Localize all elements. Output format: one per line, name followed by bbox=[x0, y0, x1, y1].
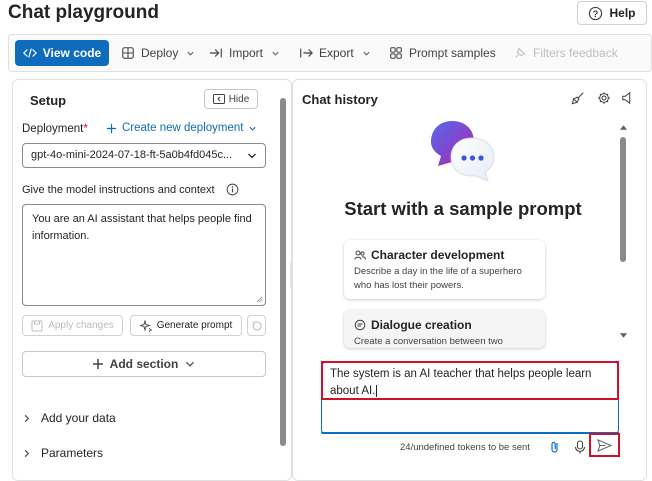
chat-history-title: Chat history bbox=[302, 92, 378, 107]
deploy-label: Deploy bbox=[141, 46, 179, 60]
chevron-down-icon bbox=[272, 51, 279, 56]
chevron-down-icon bbox=[187, 51, 194, 56]
text-caret bbox=[376, 384, 378, 397]
resize-grip-icon[interactable] bbox=[256, 296, 263, 303]
sample-card-title: Dialogue creation bbox=[371, 318, 472, 332]
chevron-down-icon bbox=[249, 126, 257, 131]
import-icon bbox=[209, 48, 222, 58]
save-icon bbox=[31, 320, 43, 331]
view-code-label: View code bbox=[42, 46, 102, 60]
required-mark: * bbox=[83, 123, 88, 135]
deployment-select-value: gpt-4o-mini-2024-07-18-ft-5a0b4fd045c... bbox=[31, 149, 233, 161]
chat-bubbles-icon bbox=[431, 121, 495, 182]
chat-scrollbar[interactable] bbox=[620, 137, 626, 262]
generate-prompt-label: Generate prompt bbox=[156, 320, 233, 331]
chevron-down-icon bbox=[248, 153, 256, 159]
chevron-right-icon bbox=[24, 414, 30, 422]
broom-icon[interactable] bbox=[571, 91, 585, 105]
system-message-textarea[interactable]: You are an AI assistant that helps peopl… bbox=[22, 204, 266, 306]
filters-feedback-label: Filters feedback bbox=[533, 46, 618, 60]
sample-prompt-heading: Start with a sample prompt bbox=[344, 198, 582, 219]
add-your-data-label: Add your data bbox=[41, 411, 116, 425]
info-icon[interactable] bbox=[226, 183, 239, 196]
deploy-button[interactable]: Deploy bbox=[121, 40, 195, 66]
send-icon bbox=[597, 438, 612, 452]
send-button[interactable] bbox=[589, 433, 620, 457]
deployment-label-text: Deployment bbox=[22, 123, 84, 135]
sparkle-icon bbox=[139, 319, 152, 332]
scroll-down-arrow-icon[interactable] bbox=[619, 332, 628, 339]
import-button[interactable]: Import bbox=[209, 40, 280, 66]
setup-title: Setup bbox=[30, 93, 67, 108]
add-section-button[interactable]: Add section bbox=[22, 351, 266, 377]
scroll-up-arrow-icon[interactable] bbox=[619, 124, 628, 131]
attach-icon[interactable] bbox=[548, 440, 562, 454]
gear-icon[interactable] bbox=[597, 91, 611, 105]
create-deployment-link[interactable]: Create new deployment bbox=[106, 122, 257, 134]
import-label: Import bbox=[229, 46, 264, 60]
reset-button[interactable] bbox=[247, 315, 266, 336]
export-label: Export bbox=[319, 46, 354, 60]
people-icon bbox=[354, 250, 366, 260]
export-icon bbox=[300, 48, 313, 58]
sample-card-description: Create a conversation between two bbox=[354, 336, 503, 347]
chat-input-value: The system is an AI teacher that helps p… bbox=[330, 368, 592, 397]
sample-card-description: Describe a day in the life of a superher… bbox=[354, 266, 522, 291]
sample-card-header: Character development bbox=[354, 248, 535, 262]
token-count: 24/undefined tokens to be sent bbox=[400, 442, 530, 453]
sample-card-title: Character development bbox=[371, 248, 505, 262]
hide-panel-icon bbox=[212, 94, 225, 104]
filters-feedback-button[interactable]: Filters feedback bbox=[513, 40, 618, 66]
toolbar: View code Deploy Import Export Prompt sa… bbox=[8, 34, 652, 72]
hide-button[interactable]: Hide bbox=[204, 89, 258, 109]
code-icon bbox=[22, 48, 37, 58]
deployment-label: Deployment* bbox=[22, 123, 88, 135]
generate-prompt-button[interactable]: Generate prompt bbox=[130, 315, 242, 336]
speaker-icon[interactable] bbox=[621, 91, 635, 105]
prompt-samples-button[interactable]: Prompt samples bbox=[389, 40, 496, 66]
sample-card-header: Dialogue creation bbox=[354, 318, 535, 332]
chat-input-text[interactable]: The system is an AI teacher that helps p… bbox=[330, 366, 610, 399]
sample-card-dialogue-creation[interactable]: Dialogue creation Create a conversation … bbox=[344, 310, 545, 348]
add-section-label: Add section bbox=[109, 357, 179, 371]
help-icon: ? bbox=[589, 6, 603, 20]
setup-scrollbar[interactable] bbox=[280, 98, 286, 446]
plus-icon bbox=[92, 359, 103, 369]
microphone-icon[interactable] bbox=[573, 440, 587, 454]
sample-card-character-development[interactable]: Character development Describe a day in … bbox=[344, 240, 545, 299]
apply-changes-label: Apply changes bbox=[48, 320, 114, 331]
add-your-data-row[interactable]: Add your data bbox=[22, 410, 116, 426]
chevron-right-icon bbox=[24, 449, 30, 457]
chat-bubble-icon bbox=[354, 319, 366, 331]
input-focus-underline bbox=[321, 432, 619, 434]
view-code-button[interactable]: View code bbox=[15, 40, 109, 66]
parameters-row[interactable]: Parameters bbox=[22, 445, 103, 461]
svg-text:?: ? bbox=[593, 8, 599, 18]
help-label: Help bbox=[609, 6, 636, 20]
help-button[interactable]: ? Help bbox=[577, 1, 647, 25]
instructions-label: Give the model instructions and context bbox=[22, 184, 215, 196]
chevron-down-icon bbox=[186, 361, 195, 367]
prompt-samples-label: Prompt samples bbox=[409, 46, 496, 60]
system-message-text: You are an AI assistant that helps peopl… bbox=[32, 213, 252, 242]
chevron-down-icon bbox=[363, 51, 370, 56]
create-deployment-label: Create new deployment bbox=[122, 122, 244, 134]
hide-label: Hide bbox=[228, 93, 250, 105]
parameters-label: Parameters bbox=[41, 446, 104, 460]
page-title: Chat playground bbox=[8, 2, 159, 23]
grid-icon bbox=[390, 47, 402, 59]
feedback-icon bbox=[515, 47, 526, 58]
apply-changes-button[interactable]: Apply changes bbox=[22, 315, 123, 336]
export-button[interactable]: Export bbox=[299, 40, 371, 66]
plus-icon bbox=[106, 123, 117, 133]
deployment-select[interactable]: gpt-4o-mini-2024-07-18-ft-5a0b4fd045c... bbox=[22, 143, 266, 168]
reset-icon bbox=[252, 320, 262, 331]
cube-icon bbox=[122, 47, 134, 59]
